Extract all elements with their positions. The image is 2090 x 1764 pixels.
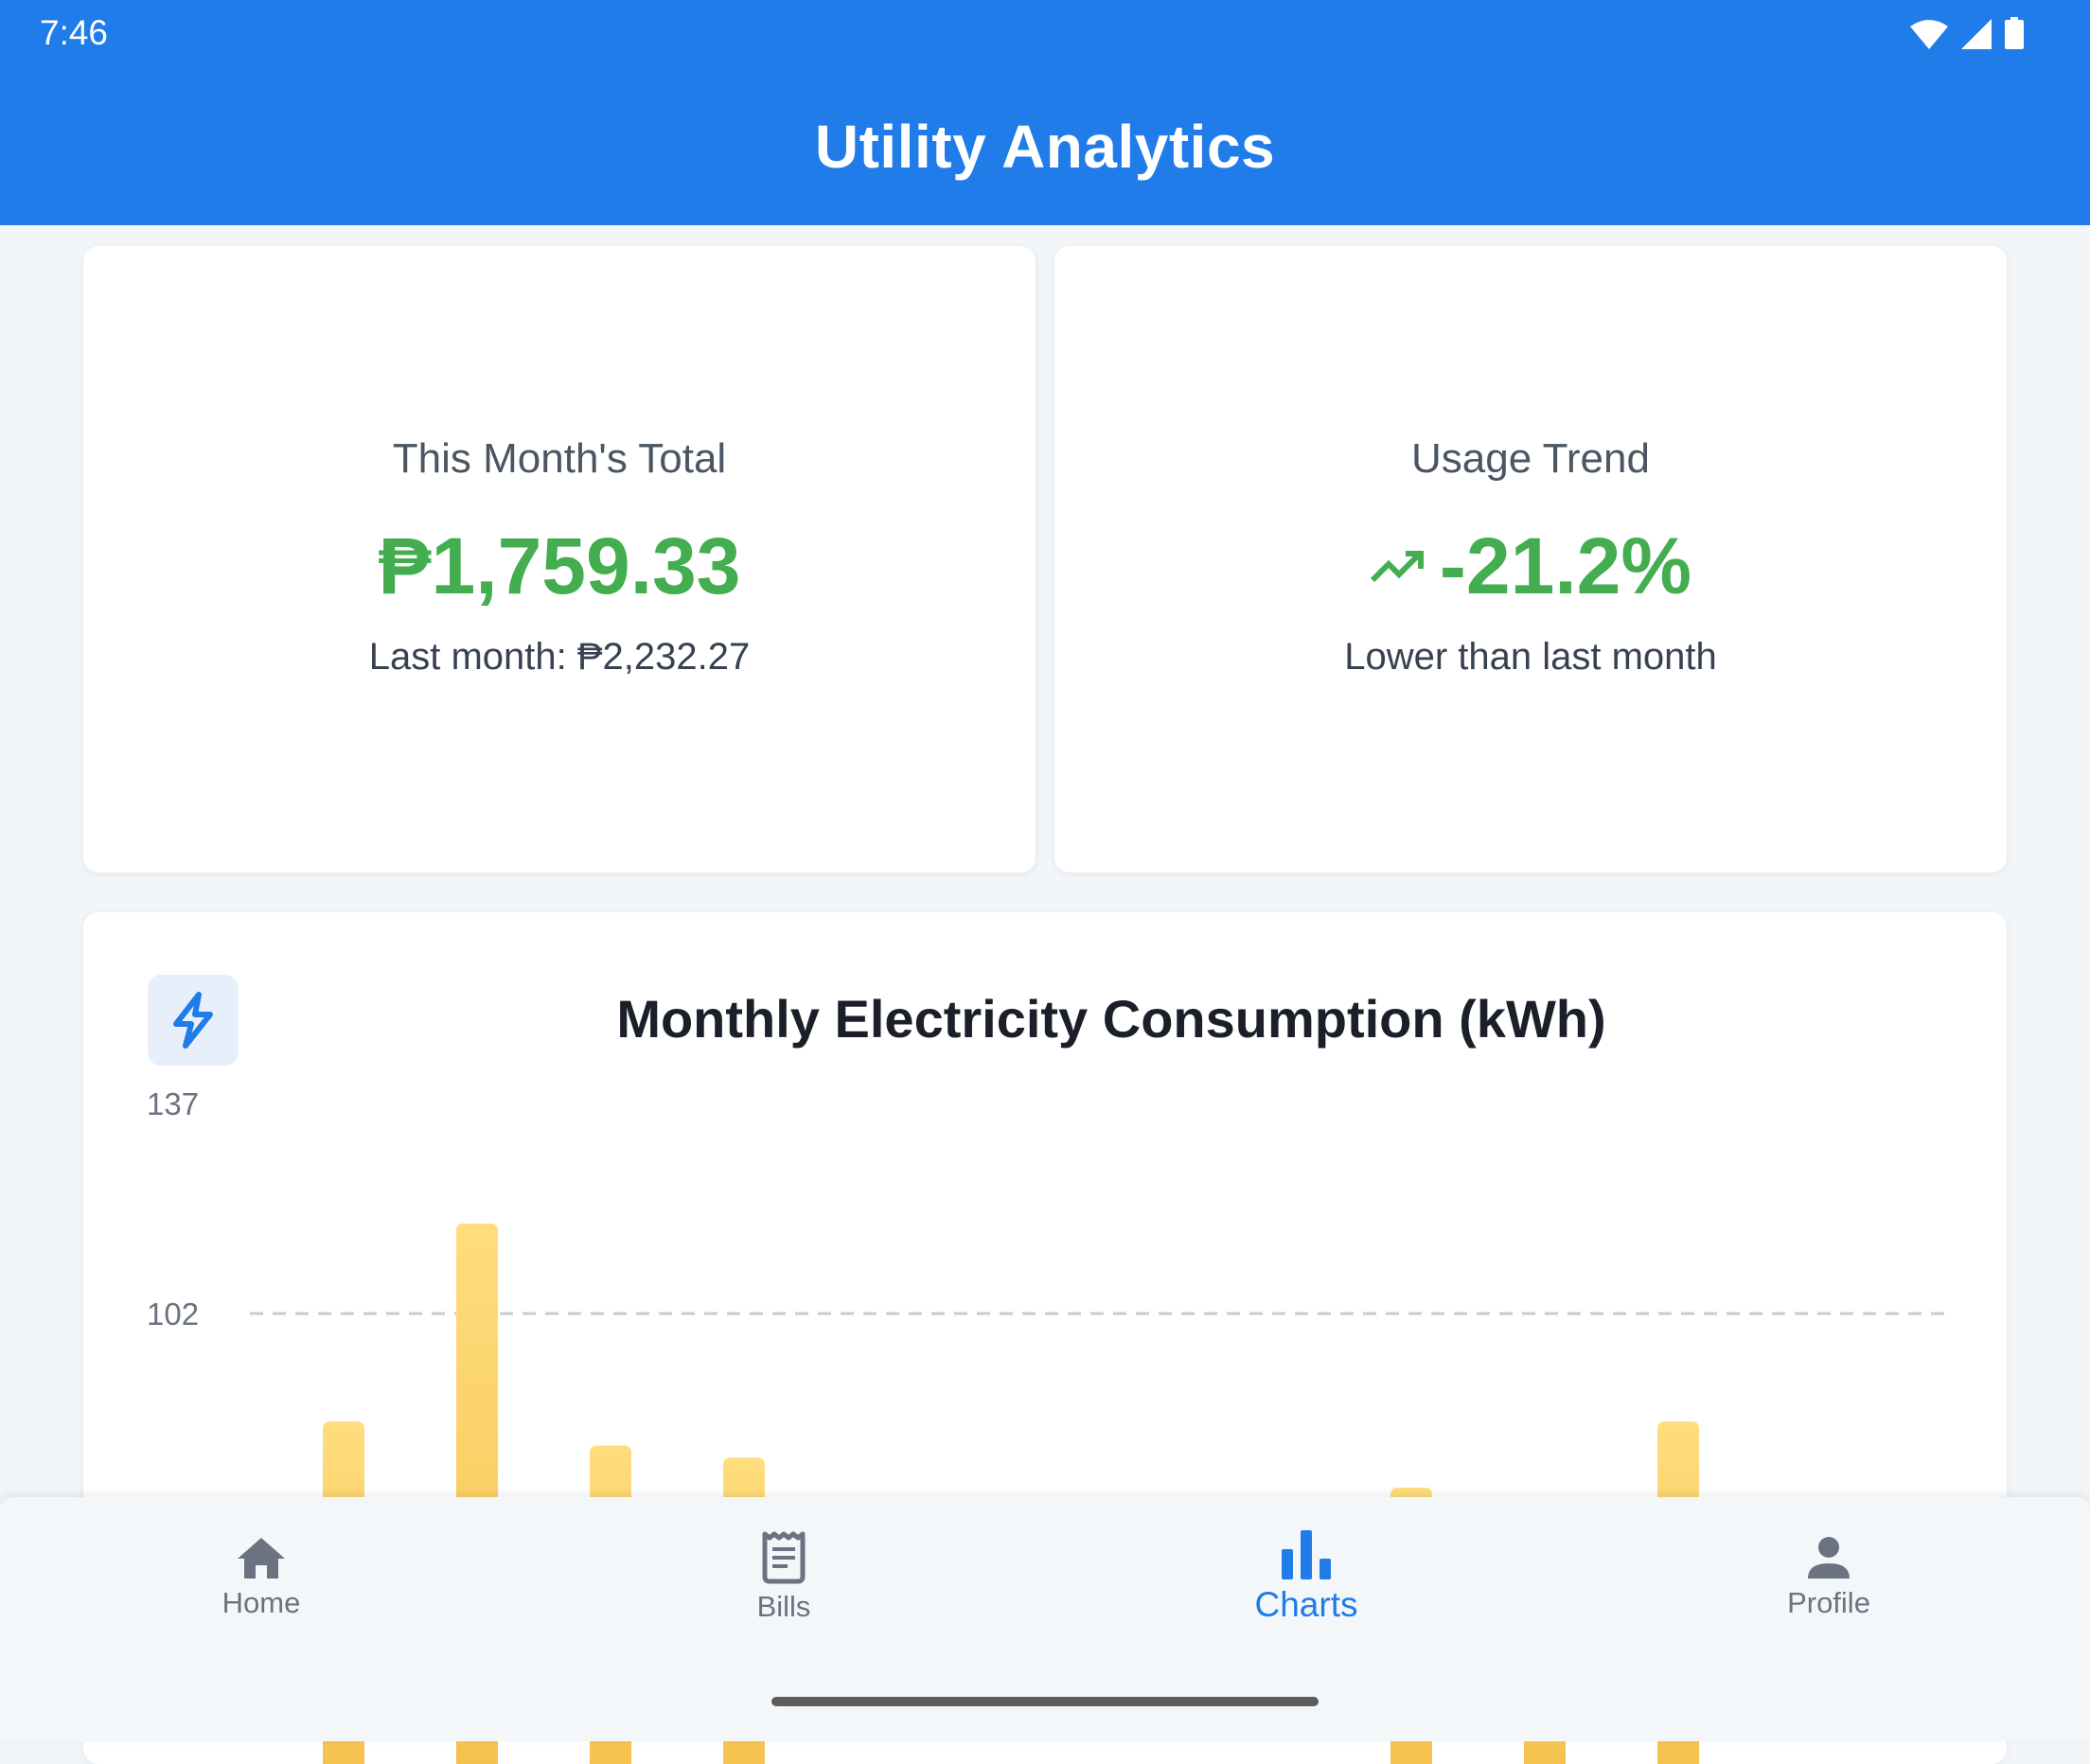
nav-bills[interactable]: Bills bbox=[522, 1497, 1045, 1658]
monthly-total-value: ₱1,759.33 bbox=[378, 521, 741, 610]
bar-chart-icon bbox=[1282, 1530, 1331, 1579]
usage-trend-label: Usage Trend bbox=[1411, 435, 1650, 482]
trending-up-icon bbox=[1370, 550, 1424, 582]
nav-charts[interactable]: Charts bbox=[1045, 1497, 1568, 1658]
usage-trend-value-row: -21.2% bbox=[1054, 520, 2007, 612]
nav-profile-label: Profile bbox=[1787, 1586, 1870, 1619]
status-bar: 7:46 bbox=[0, 0, 2090, 68]
usage-trend-subtitle: Lower than last month bbox=[1344, 636, 1717, 678]
monthly-total-card: This Month's Total ₱1,759.33 Last month:… bbox=[83, 246, 1036, 873]
monthly-total-label: This Month's Total bbox=[392, 435, 727, 482]
nav-profile[interactable]: Profile bbox=[1568, 1497, 2090, 1658]
nav-home-label: Home bbox=[221, 1586, 301, 1619]
monthly-total-value-row: ₱1,759.33 bbox=[83, 520, 1036, 612]
nav-bills-label: Bills bbox=[756, 1590, 811, 1623]
usage-trend-value: -21.2% bbox=[1439, 521, 1692, 610]
status-icons bbox=[1910, 17, 2024, 49]
signal-icon bbox=[1961, 19, 1992, 49]
last-month-total: Last month: ₱2,232.27 bbox=[368, 636, 751, 678]
person-icon bbox=[1808, 1537, 1850, 1579]
receipt-icon bbox=[762, 1531, 806, 1584]
battery-icon bbox=[2005, 17, 2024, 49]
app-bar: Utility Analytics bbox=[0, 68, 2090, 225]
wifi-icon bbox=[1910, 20, 1948, 49]
home-icon bbox=[238, 1538, 285, 1579]
page-title: Utility Analytics bbox=[814, 113, 1276, 181]
status-time: 7:46 bbox=[40, 13, 109, 52]
usage-trend-card: Usage Trend -21.2% Lower than last month bbox=[1054, 246, 2007, 873]
nav-home[interactable]: Home bbox=[0, 1497, 522, 1658]
y-tick-label-top: 137 bbox=[147, 1086, 199, 1121]
home-indicator bbox=[771, 1697, 1319, 1706]
nav-charts-label: Charts bbox=[1254, 1585, 1358, 1624]
y-tick-label-mid: 102 bbox=[147, 1297, 199, 1332]
